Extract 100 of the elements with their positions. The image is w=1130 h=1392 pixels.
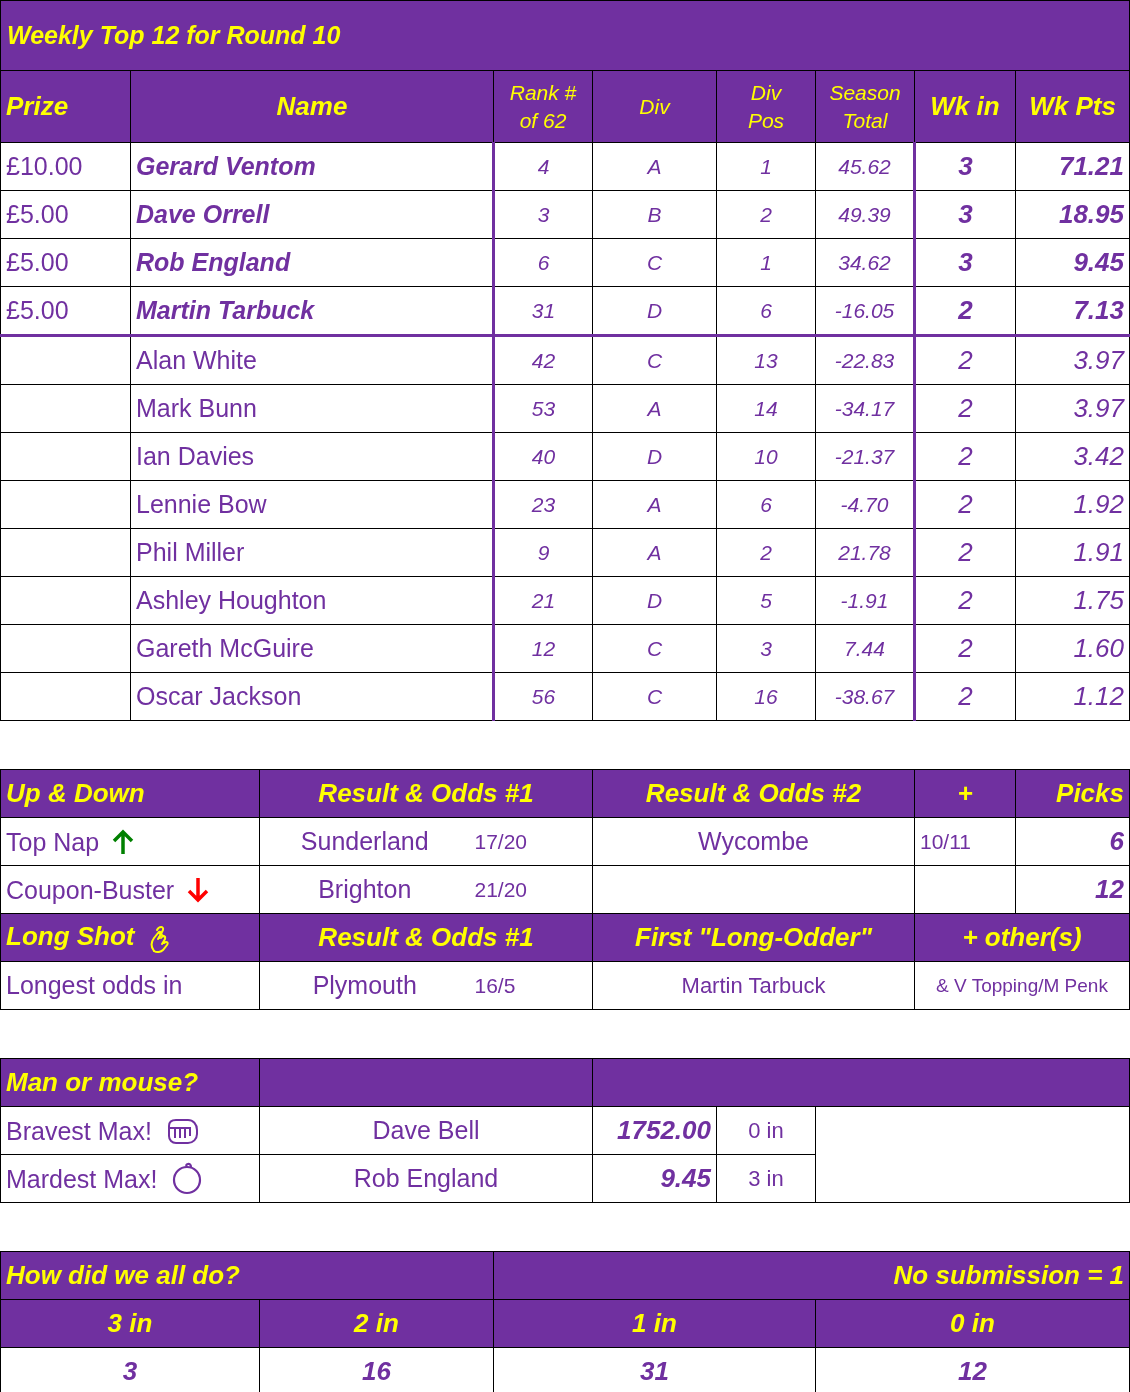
section-header: How did we all do?: [0, 1251, 494, 1300]
table-cell: 16/5: [469, 961, 593, 1010]
table-cell: 31: [493, 286, 593, 336]
column-header: Div: [592, 70, 717, 143]
table-cell: 6: [1015, 817, 1130, 866]
table-cell: Phil Miller: [130, 528, 494, 577]
column-header: Rank # of 62: [493, 70, 593, 143]
row-label: Longest odds in: [0, 961, 260, 1010]
table-cell: -1.91: [815, 576, 915, 625]
table-cell: 6: [716, 480, 816, 529]
table-cell: 3: [493, 190, 593, 239]
table-title: Weekly Top 12 for Round 10: [7, 21, 341, 50]
table-cell: -38.67: [815, 672, 915, 721]
table-cell: 10/11: [914, 817, 1016, 866]
table-cell: 2: [914, 432, 1016, 481]
table-cell: B: [592, 190, 717, 239]
table-cell: 2: [914, 480, 1016, 529]
table-cell: 1: [716, 142, 816, 191]
table-cell: £10.00: [0, 142, 131, 191]
column-header: Wk in: [914, 70, 1016, 143]
table-cell: 56: [493, 672, 593, 721]
column-header: Picks: [1015, 769, 1130, 818]
column-header: Result & Odds #2: [592, 769, 915, 818]
section-note: No submission = 1: [493, 1251, 1130, 1300]
table-cell: 21: [493, 576, 593, 625]
column-header: Prize: [0, 70, 131, 143]
table-cell: 2: [716, 528, 816, 577]
section-header: Man or mouse?: [0, 1058, 260, 1107]
table-cell: C: [592, 238, 717, 287]
table-cell: 9.45: [1015, 238, 1130, 287]
column-header: Season Total: [815, 70, 915, 143]
table-cell: D: [592, 432, 717, 481]
table-cell: 2: [914, 335, 1016, 385]
table-cell: 3.97: [1015, 335, 1130, 385]
table-cell: Martin Tarbuck: [592, 961, 915, 1010]
table-cell: -21.37: [815, 432, 915, 481]
row-label: Coupon-Buster: [6, 875, 175, 904]
table-cell: -34.17: [815, 384, 915, 433]
table-cell: 1.92: [1015, 480, 1130, 529]
table-cell: 17/20: [469, 817, 593, 866]
column-header: Result & Odds #1: [259, 769, 593, 818]
section-header: Long Shot: [6, 921, 135, 952]
column-header: Div Pos: [716, 70, 816, 143]
column-header: Result & Odds #1: [259, 913, 593, 962]
table-cell: 1: [716, 238, 816, 287]
table-cell: 71.21: [1015, 142, 1130, 191]
table-cell: D: [592, 286, 717, 336]
table-cell: 14: [716, 384, 816, 433]
table-cell: 34.62: [815, 238, 915, 287]
table-cell: 6: [716, 286, 816, 336]
table-cell: 1.75: [1015, 576, 1130, 625]
table-cell: 2: [914, 286, 1016, 336]
table-cell: 3: [914, 238, 1016, 287]
table-cell: 3.97: [1015, 384, 1130, 433]
table-cell: Ashley Houghton: [130, 576, 494, 625]
table-cell: 3: [0, 1347, 260, 1392]
table-cell: 18.95: [1015, 190, 1130, 239]
table-cell: 16: [716, 672, 816, 721]
table-cell: Dave Bell: [259, 1106, 593, 1155]
table-cell: -16.05: [815, 286, 915, 336]
table-cell: 4: [493, 142, 593, 191]
table-cell: Oscar Jackson: [130, 672, 494, 721]
table-cell: 2: [914, 576, 1016, 625]
table-cell: 1.12: [1015, 672, 1130, 721]
column-header: 3 in: [0, 1299, 260, 1348]
table-cell: & V Topping/M Penk: [914, 961, 1130, 1010]
table-cell: A: [592, 142, 717, 191]
table-cell: C: [592, 672, 717, 721]
table-cell: 42: [493, 335, 593, 385]
column-header: 0 in: [815, 1299, 1130, 1348]
table-cell: A: [592, 528, 717, 577]
row-label: Bravest Max!: [6, 1116, 152, 1145]
column-header: 2 in: [259, 1299, 494, 1348]
table-cell: 45.62: [815, 142, 915, 191]
table-cell: A: [592, 384, 717, 433]
table-cell: Martin Tarbuck: [130, 286, 494, 336]
table-cell: 23: [493, 480, 593, 529]
table-cell: 1.60: [1015, 624, 1130, 673]
table-cell: 10: [716, 432, 816, 481]
table-cell: 12: [1015, 865, 1130, 914]
table-cell: 2: [914, 528, 1016, 577]
column-header: + other(s): [914, 913, 1130, 962]
table-cell: £5.00: [0, 286, 131, 336]
table-cell: 53: [493, 384, 593, 433]
table-cell: -22.83: [815, 335, 915, 385]
table-cell: 21.78: [815, 528, 915, 577]
table-cell: 3: [914, 142, 1016, 191]
table-cell: 12: [493, 624, 593, 673]
column-header: 1 in: [493, 1299, 816, 1348]
table-cell: 1752.00: [592, 1106, 717, 1155]
table-cell: 13: [716, 335, 816, 385]
table-cell: 3: [914, 190, 1016, 239]
table-cell: 9: [493, 528, 593, 577]
table-cell: 2: [716, 190, 816, 239]
table-cell: D: [592, 576, 717, 625]
table-cell: Gerard Ventom: [130, 142, 494, 191]
table-cell: 1.91: [1015, 528, 1130, 577]
table-cell: Gareth McGuire: [130, 624, 494, 673]
table-cell: -4.70: [815, 480, 915, 529]
table-cell: 2: [914, 384, 1016, 433]
